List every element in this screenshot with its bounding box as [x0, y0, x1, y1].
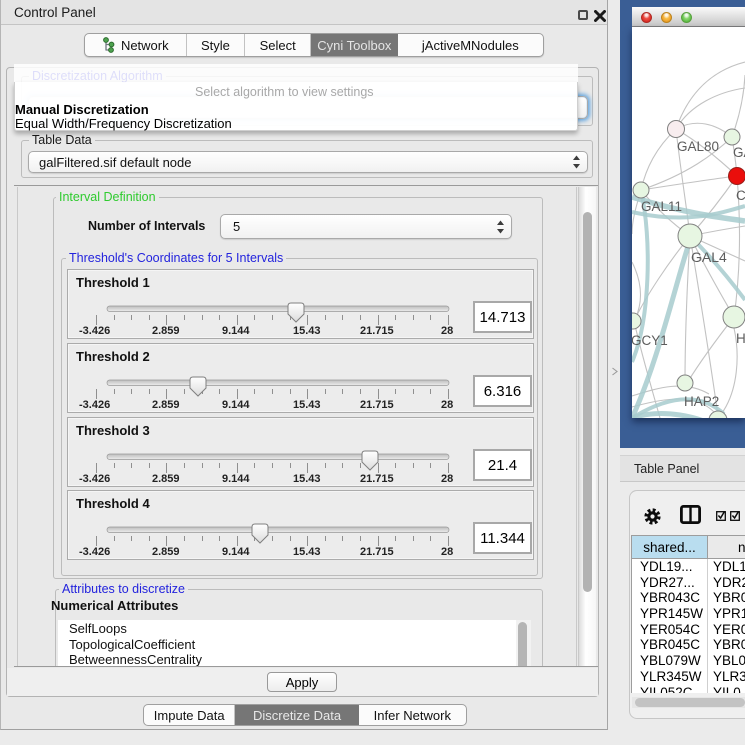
svg-text:GAL4: GAL4: [691, 249, 727, 265]
svg-text:GAL11: GAL11: [641, 199, 682, 214]
svg-text:HIS4: HIS4: [736, 331, 745, 346]
svg-text:GCY1: GCY1: [632, 333, 668, 348]
svg-text:GAL3: GAL3: [733, 145, 745, 160]
svg-text:GAL80: GAL80: [677, 139, 719, 154]
svg-text:HAP2: HAP2: [684, 394, 719, 409]
svg-text:CRP: CRP: [736, 188, 745, 203]
